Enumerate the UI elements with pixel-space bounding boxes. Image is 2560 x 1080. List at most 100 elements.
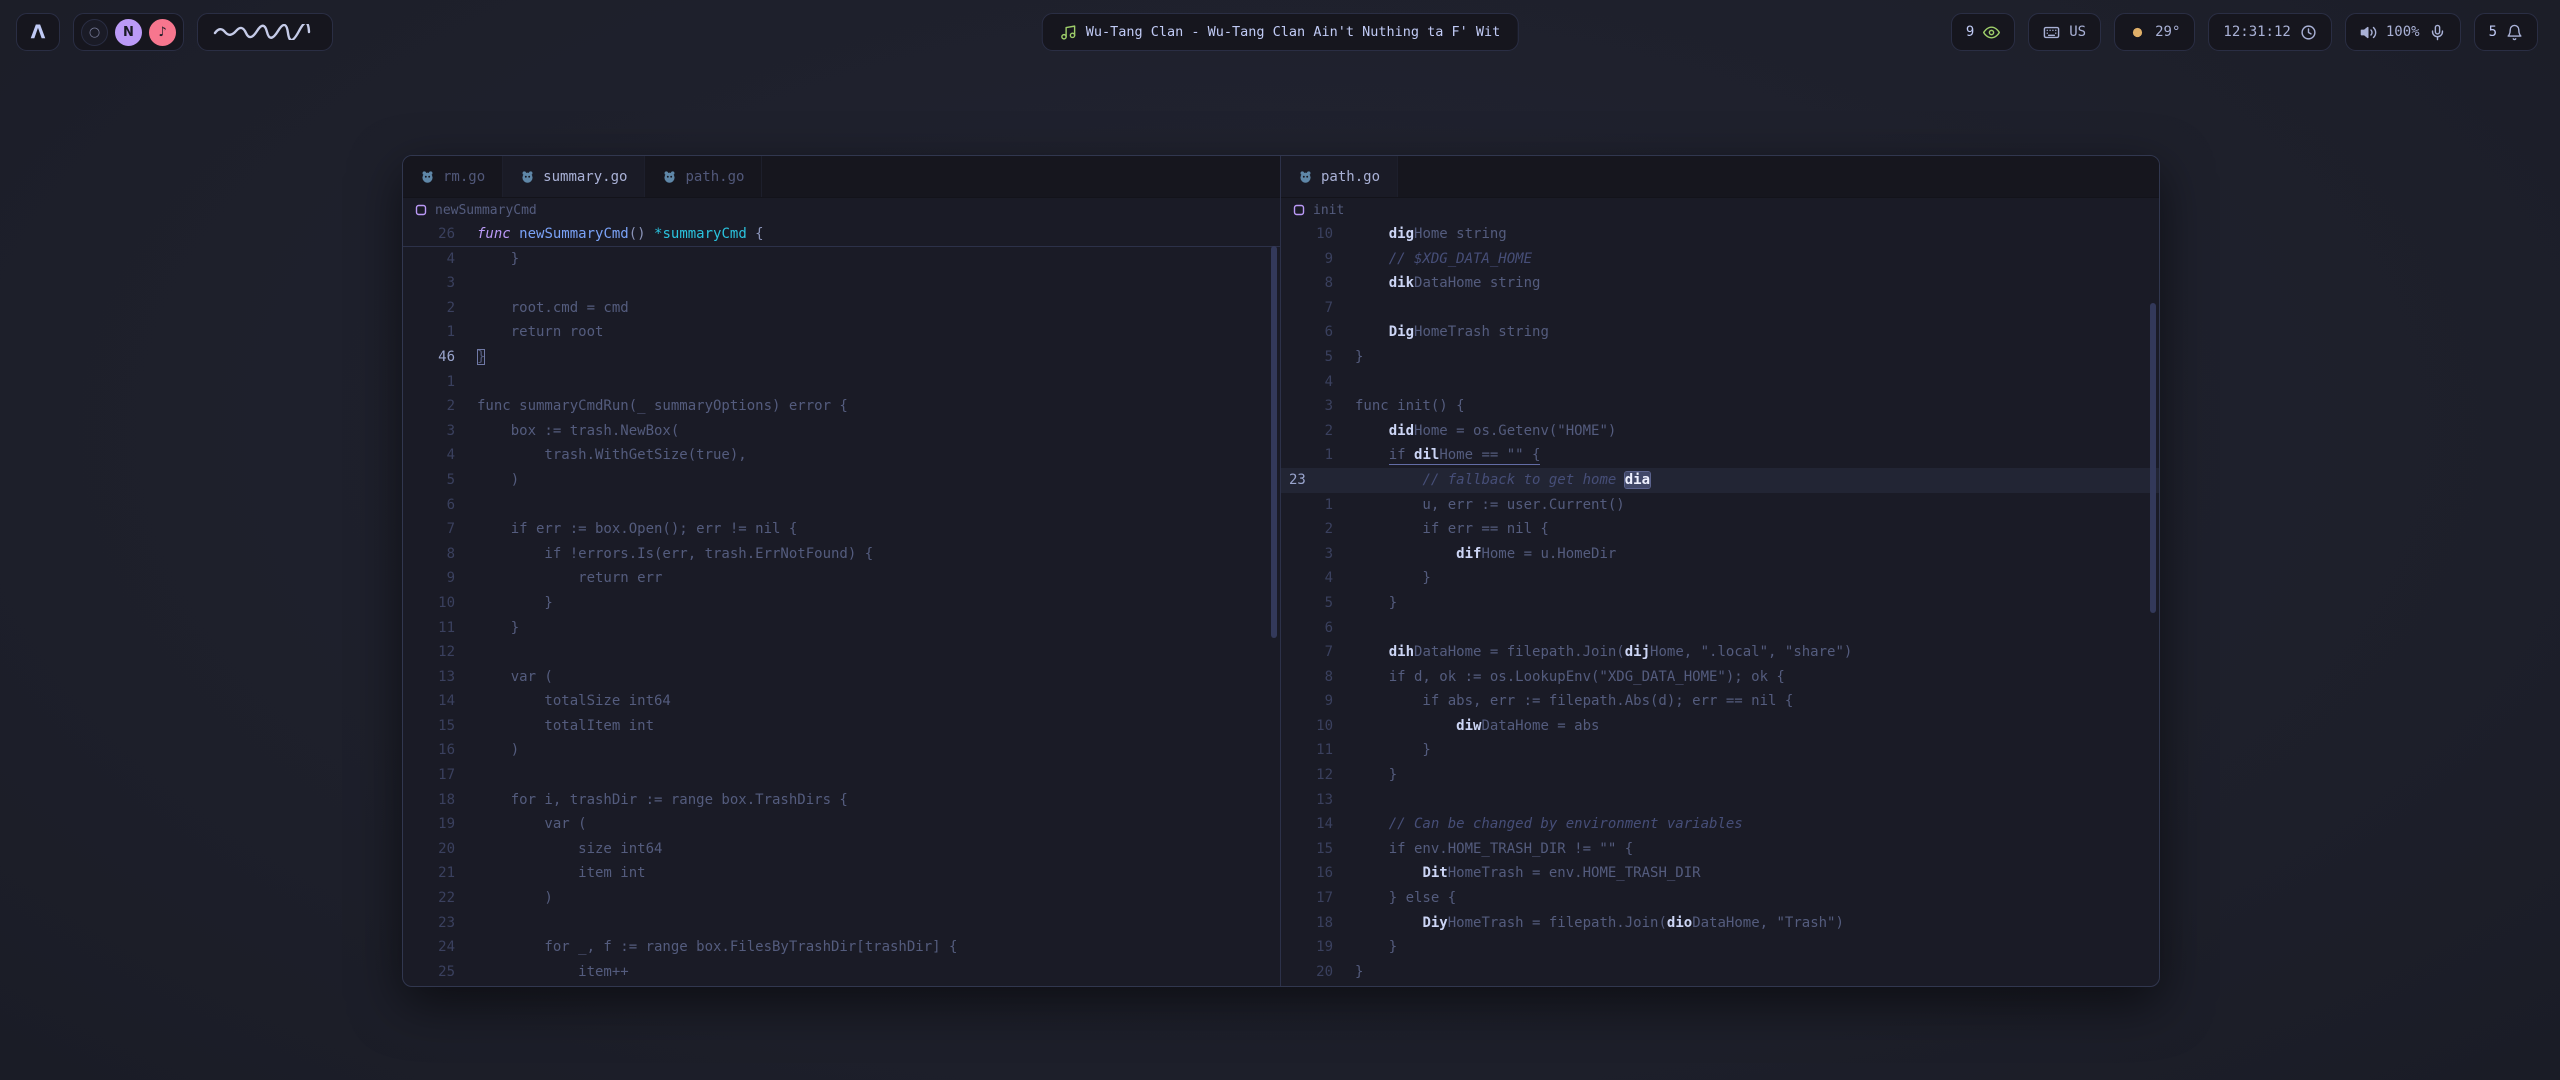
- code-line[interactable]: 6: [403, 493, 1280, 518]
- code-line[interactable]: 10 }: [403, 591, 1280, 616]
- code-line[interactable]: 1 u, err := user.Current(): [1281, 493, 2159, 518]
- code-line[interactable]: 9 if abs, err := filepath.Abs(d); err ==…: [1281, 689, 2159, 714]
- code-area-left[interactable]: 26func newSummaryCmd() *summaryCmd {4 }3…: [403, 222, 1280, 986]
- sticky-context-line[interactable]: 26func newSummaryCmd() *summaryCmd {: [403, 222, 1280, 247]
- launcher-button[interactable]: Λ: [16, 13, 60, 51]
- code-line[interactable]: 46}: [403, 345, 1280, 370]
- line-number: 15: [1281, 837, 1333, 862]
- clock-module[interactable]: 12:31:12: [2208, 13, 2331, 51]
- code-line[interactable]: 8 if d, ok := os.LookupEnv("XDG_DATA_HOM…: [1281, 665, 2159, 690]
- code-line[interactable]: 2 if err == nil {: [1281, 517, 2159, 542]
- code-text: [455, 763, 477, 788]
- code-line[interactable]: 1 if dilHome == "" {: [1281, 443, 2159, 468]
- line-number: 7: [1281, 640, 1333, 665]
- code-line[interactable]: 17 } else {: [1281, 886, 2159, 911]
- code-line[interactable]: 21 item int: [403, 861, 1280, 886]
- tab-summary.go[interactable]: summary.go: [503, 156, 645, 197]
- media-player-module[interactable]: Wu-Tang Clan - Wu-Tang Clan Ain't Nuthin…: [1042, 13, 1519, 51]
- code-line[interactable]: 4 }: [403, 247, 1280, 272]
- tab-path.go[interactable]: path.go: [1281, 156, 1398, 197]
- code-text: dikDataHome string: [1333, 271, 1540, 296]
- code-line[interactable]: 6: [1281, 616, 2159, 641]
- workspace-1[interactable]: ○: [81, 19, 108, 46]
- code-line[interactable]: 15 totalItem int: [403, 714, 1280, 739]
- code-line[interactable]: 7 if err := box.Open(); err != nil {: [403, 517, 1280, 542]
- code-text: if dilHome == "" {: [1333, 443, 1540, 468]
- code-line[interactable]: 16 ): [403, 738, 1280, 763]
- notifications-module[interactable]: 5: [2474, 13, 2538, 51]
- idle-count: 9: [1966, 24, 1974, 40]
- scrollbar-right[interactable]: [2150, 303, 2156, 613]
- code-line[interactable]: 2 root.cmd = cmd: [403, 296, 1280, 321]
- code-text: var (: [455, 812, 587, 837]
- window-title-module[interactable]: [197, 13, 333, 51]
- volume-module[interactable]: 100%: [2345, 13, 2461, 51]
- code-line[interactable]: 16 DitHomeTrash = env.HOME_TRASH_DIR: [1281, 861, 2159, 886]
- code-line[interactable]: 8 dikDataHome string: [1281, 271, 2159, 296]
- code-line[interactable]: 14 totalSize int64: [403, 689, 1280, 714]
- code-line[interactable]: 9 return err: [403, 566, 1280, 591]
- code-line[interactable]: 7: [1281, 296, 2159, 321]
- code-line[interactable]: 20}: [1281, 960, 2159, 985]
- code-line[interactable]: 9 // $XDG_DATA_HOME: [1281, 247, 2159, 272]
- code-line[interactable]: 14 // Can be changed by environment vari…: [1281, 812, 2159, 837]
- keyboard-layout-module[interactable]: US: [2028, 13, 2101, 51]
- code-line[interactable]: 13: [1281, 788, 2159, 813]
- code-line[interactable]: 23 // fallback to get home dia: [1281, 468, 2159, 493]
- code-text: [455, 640, 477, 665]
- code-line[interactable]: 3func init() {: [1281, 394, 2159, 419]
- code-line[interactable]: 12: [403, 640, 1280, 665]
- code-line[interactable]: 19 }: [1281, 935, 2159, 960]
- workspace-3[interactable]: ♪: [149, 19, 176, 46]
- code-line[interactable]: 6 DigHomeTrash string: [1281, 320, 2159, 345]
- code-area-right[interactable]: 10 digHome string9 // $XDG_DATA_HOME8 di…: [1281, 222, 2159, 986]
- code-line[interactable]: 18 for i, trashDir := range box.TrashDir…: [403, 788, 1280, 813]
- code-line[interactable]: 4 }: [1281, 566, 2159, 591]
- code-line[interactable]: 15 if env.HOME_TRASH_DIR != "" {: [1281, 837, 2159, 862]
- code-line[interactable]: 17: [403, 763, 1280, 788]
- code-text: if env.HOME_TRASH_DIR != "" {: [1333, 837, 1633, 862]
- code-line[interactable]: 22 ): [403, 886, 1280, 911]
- code-line[interactable]: 7 dihDataHome = filepath.Join(dijHome, "…: [1281, 640, 2159, 665]
- code-line[interactable]: 23: [403, 911, 1280, 936]
- code-line[interactable]: 3 difHome = u.HomeDir: [1281, 542, 2159, 567]
- code-line[interactable]: 18 DiyHomeTrash = filepath.Join(dioDataH…: [1281, 911, 2159, 936]
- code-line[interactable]: 11 }: [1281, 738, 2159, 763]
- code-line[interactable]: 24 for _, f := range box.FilesByTrashDir…: [403, 935, 1280, 960]
- breadcrumb-left[interactable]: newSummaryCmd: [403, 198, 1280, 222]
- line-number: 11: [1281, 738, 1333, 763]
- scrollbar-left[interactable]: [1271, 246, 1277, 638]
- line-number: 17: [1281, 886, 1333, 911]
- code-line[interactable]: 25 item++: [403, 960, 1280, 985]
- code-line[interactable]: 19 var (: [403, 812, 1280, 837]
- tab-rm.go[interactable]: rm.go: [403, 156, 503, 197]
- code-line[interactable]: 4: [1281, 370, 2159, 395]
- line-number: 14: [403, 689, 455, 714]
- workspace-2[interactable]: N: [115, 19, 142, 46]
- code-line[interactable]: 1: [403, 370, 1280, 395]
- idle-inhibitor-module[interactable]: 9: [1951, 13, 2015, 51]
- tab-path.go[interactable]: path.go: [645, 156, 762, 197]
- code-line[interactable]: 2 didHome = os.Getenv("HOME"): [1281, 419, 2159, 444]
- code-line[interactable]: 20 size int64: [403, 837, 1280, 862]
- breadcrumb-right[interactable]: init: [1281, 198, 2159, 222]
- line-number: 13: [1281, 788, 1333, 813]
- code-line[interactable]: 11 }: [403, 616, 1280, 641]
- code-line[interactable]: 5}: [1281, 345, 2159, 370]
- code-line[interactable]: 10 digHome string: [1281, 222, 2159, 247]
- line-number: 3: [403, 419, 455, 444]
- weather-module[interactable]: 29°: [2114, 13, 2195, 51]
- code-text: [1333, 296, 1355, 321]
- code-line[interactable]: 3: [403, 271, 1280, 296]
- code-line[interactable]: 8 if !errors.Is(err, trash.ErrNotFound) …: [403, 542, 1280, 567]
- code-line[interactable]: 5 ): [403, 468, 1280, 493]
- code-line[interactable]: 12 }: [1281, 763, 2159, 788]
- eye-icon: [1983, 24, 2000, 41]
- code-line[interactable]: 13 var (: [403, 665, 1280, 690]
- code-line[interactable]: 2func summaryCmdRun(_ summaryOptions) er…: [403, 394, 1280, 419]
- code-line[interactable]: 10 diwDataHome = abs: [1281, 714, 2159, 739]
- code-line[interactable]: 4 trash.WithGetSize(true),: [403, 443, 1280, 468]
- code-line[interactable]: 3 box := trash.NewBox(: [403, 419, 1280, 444]
- code-line[interactable]: 5 }: [1281, 591, 2159, 616]
- code-line[interactable]: 1 return root: [403, 320, 1280, 345]
